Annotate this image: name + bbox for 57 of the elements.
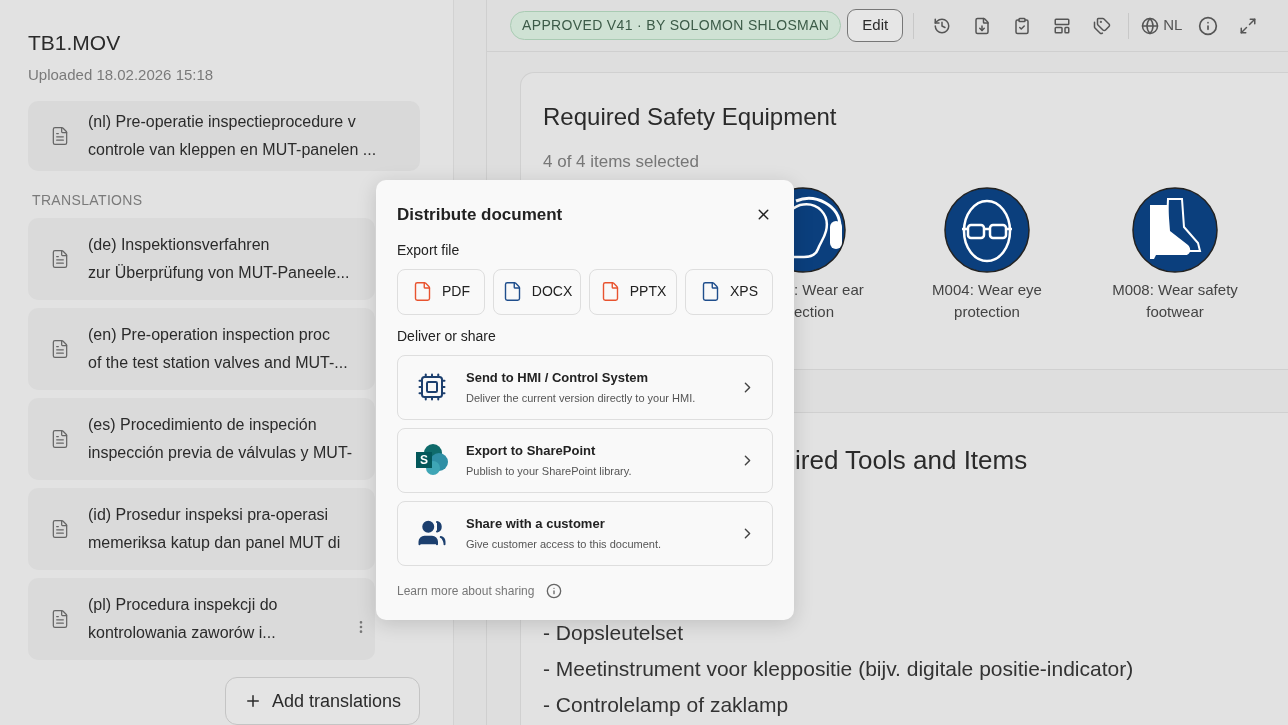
tool-list-item: - Controlelamp of zaklamp (543, 692, 790, 718)
translation-item[interactable]: (id) Prosedur inspeksi pra-operasi memeriksa katup dan panel MUT di (28, 488, 375, 570)
eye-protection-icon (944, 186, 1030, 273)
translation-title: (pl) Procedura inspekcji do kontrolowania zaworów i... (88, 595, 279, 643)
edit-button[interactable]: Edit (847, 9, 904, 42)
translation-item[interactable]: (de) Inspektionsverfahren zur Überprüfung von MUT-Paneele... (28, 218, 375, 300)
option-title: Share with a customer (466, 515, 606, 533)
option-title: Export to SharePoint (466, 442, 597, 460)
translation-item[interactable]: (pl) Procedura inspekcji do kontrolowania zaworów i... (28, 578, 375, 660)
document-icon (50, 609, 70, 629)
selection-summary: 4 of 4 items selected (543, 151, 700, 173)
translation-title: (de) Inspektionsverfahren zur Überprüfung von MUT-Paneele... (88, 235, 351, 283)
share-option[interactable]: Send to HMI / Control System Deliver the current version directly to your HMI. (397, 354, 773, 420)
share-option[interactable]: Share with a customer Give customer access to this document. (397, 500, 773, 566)
add-translations-button[interactable]: Add translations (224, 677, 420, 725)
document-icon (50, 429, 70, 449)
translation-title: (es) Procedimiento de inspeción inspección previa de válvulas y MUT- (88, 415, 354, 463)
format-button[interactable]: PPTX (589, 268, 677, 315)
format-button[interactable]: PDF (397, 268, 485, 315)
tool-list-item: - Dopsleutelset (543, 620, 685, 646)
option-title: Send to HMI / Control System (466, 369, 649, 387)
document-icon (50, 519, 70, 539)
equipment-label: : Wear ear ection (794, 279, 864, 322)
equipment-label: M004: Wear eye protection (932, 279, 1042, 322)
safety-boot-icon (1132, 186, 1218, 273)
upload-date: Uploaded 18.02.2026 15:18 (28, 65, 215, 85)
translation-item[interactable]: (es) Procedimiento de inspeción inspección previa de válvulas y MUT- (28, 398, 375, 480)
share-option[interactable]: S Export to SharePoint Publish to your SharePoint library. (397, 427, 773, 493)
dialog-title: Distribute document (397, 204, 563, 226)
translation-title: (id) Prosedur inspeksi pra-operasi memeriksa katup dan panel MUT di (88, 505, 342, 553)
format-button[interactable]: XPS (685, 268, 773, 315)
translation-item[interactable]: (en) Pre-operation inspection proc of the test station valves and MUT-... (28, 308, 375, 390)
option-description: Publish to your SharePoint library. (466, 463, 633, 479)
translation-title: (en) Pre-operation inspection proc of the test station valves and MUT-... (88, 325, 349, 373)
source-document-item[interactable]: (nl) Pre-operatie inspectieprocedure v controle van kleppen en MUT-panelen ... (28, 100, 420, 171)
file-title: TB1.MOV (28, 30, 122, 56)
people-icon (417, 518, 447, 548)
document-title: (nl) Pre-operatie inspectieprocedure v controle van kleppen en MUT-panelen ... (88, 111, 377, 160)
format-button[interactable]: DOCX (493, 268, 581, 315)
chip-icon (417, 372, 447, 402)
language-selector[interactable]: NL (1137, 7, 1187, 44)
tool-list-item: - Meetinstrument voor kleppositie (bijv. digitale positie-indicator) (543, 656, 1135, 682)
info-icon (546, 582, 563, 599)
card-title: ired Tools and Items (795, 444, 1028, 477)
globe-icon (1141, 16, 1160, 35)
option-description: Deliver the current version directly to your HMI. (466, 390, 697, 406)
section-heading: Deliver or share (397, 326, 497, 346)
document-icon (50, 125, 70, 146)
approval-status-badge: APPROVED V41 · BY SOLOMON SHLOSMAN (510, 11, 842, 40)
document-icon (50, 339, 70, 359)
option-description: Give customer access to this document. (466, 536, 663, 552)
section-heading: Export file (397, 240, 461, 260)
card-title: Required Safety Equipment (543, 102, 838, 132)
learn-more-link[interactable]: Learn more about sharing (397, 581, 535, 600)
section-heading: TRANSLATIONS (31, 191, 144, 210)
equipment-label: M008: Wear safety footwear (1112, 279, 1238, 322)
document-icon (50, 249, 70, 269)
